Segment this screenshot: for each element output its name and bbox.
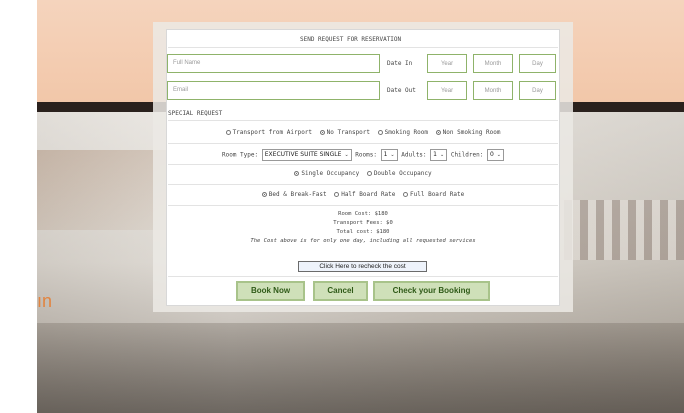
smoking-room-option[interactable]: Smoking Room [377, 129, 428, 136]
date-in-label: Date In [387, 60, 413, 67]
room-cost-text: Room Cost: $180 [338, 211, 388, 217]
chevron-down-icon: ⌄ [344, 152, 349, 158]
date-out-day-field[interactable]: Day [519, 81, 556, 100]
divider [168, 164, 558, 165]
special-request-label: SPECIAL REQUEST [168, 110, 223, 117]
room-type-select[interactable]: EXECUTIVE SUITE SINGLE ⌄ [261, 149, 352, 161]
room-selection-row: Room Type: EXECUTIVE SUITE SINGLE ⌄ Rooms… [166, 149, 560, 161]
board-rate-row: Bed & Break-Fast Half Board Rate Full Bo… [166, 191, 560, 198]
divider [168, 184, 558, 185]
radio-selected-icon[interactable] [261, 192, 267, 197]
check-booking-button[interactable]: Check your Booking [373, 281, 490, 301]
transport-fees-text: Transport Fees: $0 [333, 220, 393, 226]
email-input[interactable]: Email [167, 81, 380, 100]
chevron-down-icon: ⌄ [390, 152, 395, 158]
non-smoking-room-option[interactable]: Non Smoking Room [435, 129, 500, 136]
divider [168, 205, 558, 206]
radio-selected-icon[interactable] [294, 171, 300, 176]
half-board-option[interactable]: Half Board Rate [334, 191, 395, 198]
date-out-month-field[interactable]: Month [473, 81, 513, 100]
divider [168, 276, 558, 277]
date-out-label: Date Out [387, 87, 416, 94]
full-board-option[interactable]: Full Board Rate [403, 191, 464, 198]
radio-selected-icon[interactable] [435, 130, 441, 135]
date-in-year-field[interactable]: Year [427, 54, 467, 73]
rooms-select[interactable]: 1 ⌄ [380, 149, 398, 161]
form-title: SEND REQUEST FOR RESERVATION [300, 36, 402, 43]
radio-selected-icon[interactable] [319, 130, 325, 135]
room-type-label: Room Type: [222, 151, 259, 159]
date-out-year-field[interactable]: Year [427, 81, 467, 100]
radio-icon[interactable] [334, 192, 340, 197]
rooms-label: Rooms: [355, 151, 377, 159]
single-occupancy-option[interactable]: Single Occupancy [294, 170, 359, 177]
cost-note-text: The Cost above is for only one day, incl… [250, 238, 476, 244]
adults-label: Adults: [401, 151, 427, 159]
bed-breakfast-option[interactable]: Bed & Break-Fast [261, 191, 327, 198]
total-cost-text: Total cost: $180 [336, 229, 390, 235]
ground-shade [37, 323, 684, 413]
radio-icon[interactable] [366, 171, 372, 176]
divider [168, 120, 558, 121]
awning-shape [564, 200, 684, 260]
date-in-month-field[interactable]: Month [473, 54, 513, 73]
chevron-down-icon: ⌄ [496, 152, 501, 158]
children-select[interactable]: 0 ⌄ [486, 149, 504, 161]
full-name-input[interactable]: Full Name [167, 54, 380, 73]
chevron-down-icon: ⌄ [440, 152, 445, 158]
transport-smoking-row: Transport from Airport No Transport Smok… [166, 129, 560, 136]
adults-select[interactable]: 1 ⌄ [430, 149, 448, 161]
radio-icon[interactable] [225, 130, 231, 135]
book-now-button[interactable]: Book Now [236, 281, 305, 301]
double-occupancy-option[interactable]: Double Occupancy [366, 170, 432, 177]
transport-airport-option[interactable]: Transport from Airport [225, 129, 312, 136]
children-label: Children: [450, 151, 484, 159]
date-in-day-field[interactable]: Day [519, 54, 556, 73]
divider [168, 143, 558, 144]
radio-icon[interactable] [377, 130, 383, 135]
cancel-button[interactable]: Cancel [313, 281, 368, 301]
logo-fragment: ın [37, 291, 53, 311]
recheck-cost-button[interactable]: Click Here to recheck the cost [298, 261, 427, 272]
occupancy-row: Single Occupancy Double Occupancy [166, 170, 560, 177]
divider [168, 47, 558, 48]
no-transport-option[interactable]: No Transport [319, 129, 370, 136]
radio-icon[interactable] [403, 192, 409, 197]
